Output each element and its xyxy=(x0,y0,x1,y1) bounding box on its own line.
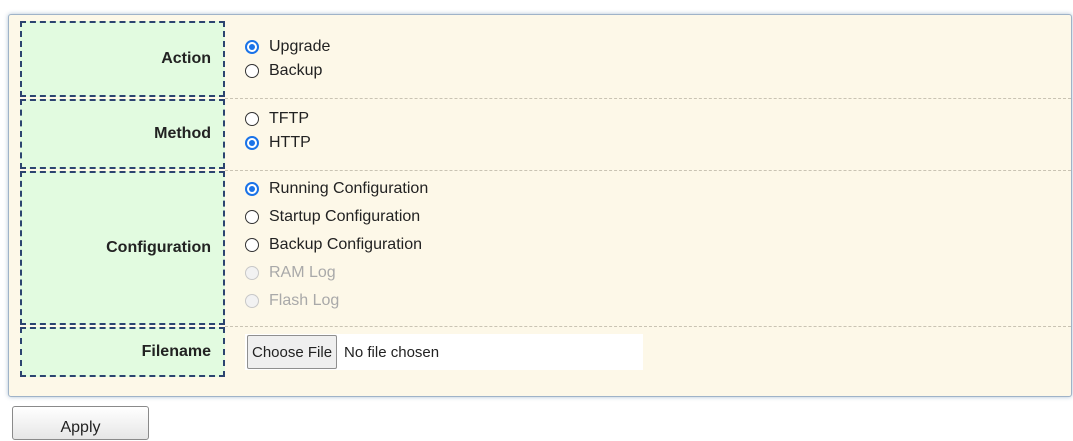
method-label: Method xyxy=(20,99,225,169)
config-ram-log-option: RAM Log xyxy=(245,261,336,285)
action-options: Upgrade Backup xyxy=(225,21,1071,97)
http-label: HTTP xyxy=(269,134,311,151)
method-tftp-option[interactable]: TFTP xyxy=(245,107,309,131)
ram-log-label: RAM Log xyxy=(269,264,336,281)
configuration-label: Configuration xyxy=(20,171,225,325)
upgrade-label: Upgrade xyxy=(269,38,331,55)
apply-button[interactable]: Apply xyxy=(12,406,149,440)
backup-config-radio[interactable] xyxy=(245,238,259,252)
config-startup-option[interactable]: Startup Configuration xyxy=(245,205,420,229)
filename-label: Filename xyxy=(20,327,225,377)
tftp-radio[interactable] xyxy=(245,112,259,126)
config-backup-option[interactable]: Backup Configuration xyxy=(245,233,422,257)
tftp-label: TFTP xyxy=(269,110,309,127)
flash-log-radio xyxy=(245,294,259,308)
config-flash-log-option: Flash Log xyxy=(245,289,339,313)
running-config-radio[interactable] xyxy=(245,182,259,196)
configuration-options: Running Configuration Startup Configurat… xyxy=(225,171,1071,325)
action-upgrade-option[interactable]: Upgrade xyxy=(245,35,330,59)
filename-row: Filename Choose File No file chosen xyxy=(9,327,1071,377)
config-running-option[interactable]: Running Configuration xyxy=(245,177,428,201)
action-label: Action xyxy=(20,21,225,97)
method-http-option[interactable]: HTTP xyxy=(245,131,311,155)
backup-label: Backup xyxy=(269,62,323,79)
startup-config-radio[interactable] xyxy=(245,210,259,224)
action-backup-option[interactable]: Backup xyxy=(245,59,322,83)
configuration-row: Configuration Running Configuration Star… xyxy=(9,171,1071,325)
http-radio[interactable] xyxy=(245,136,259,150)
file-management-panel: Action Upgrade Backup Method TFTP HTTP C… xyxy=(8,14,1072,397)
backup-radio[interactable] xyxy=(245,64,259,78)
running-config-label: Running Configuration xyxy=(269,180,429,197)
ram-log-radio xyxy=(245,266,259,280)
action-row: Action Upgrade Backup xyxy=(9,21,1071,97)
file-input[interactable]: Choose File No file chosen xyxy=(245,334,643,370)
file-status-text: No file chosen xyxy=(344,343,440,361)
flash-log-label: Flash Log xyxy=(269,292,340,309)
choose-file-button[interactable]: Choose File xyxy=(247,335,338,369)
backup-config-label: Backup Configuration xyxy=(269,236,422,253)
startup-config-label: Startup Configuration xyxy=(269,208,421,225)
filename-field: Choose File No file chosen xyxy=(225,327,1071,377)
method-row: Method TFTP HTTP xyxy=(9,99,1071,169)
method-options: TFTP HTTP xyxy=(225,99,1071,169)
upgrade-radio[interactable] xyxy=(245,40,259,54)
